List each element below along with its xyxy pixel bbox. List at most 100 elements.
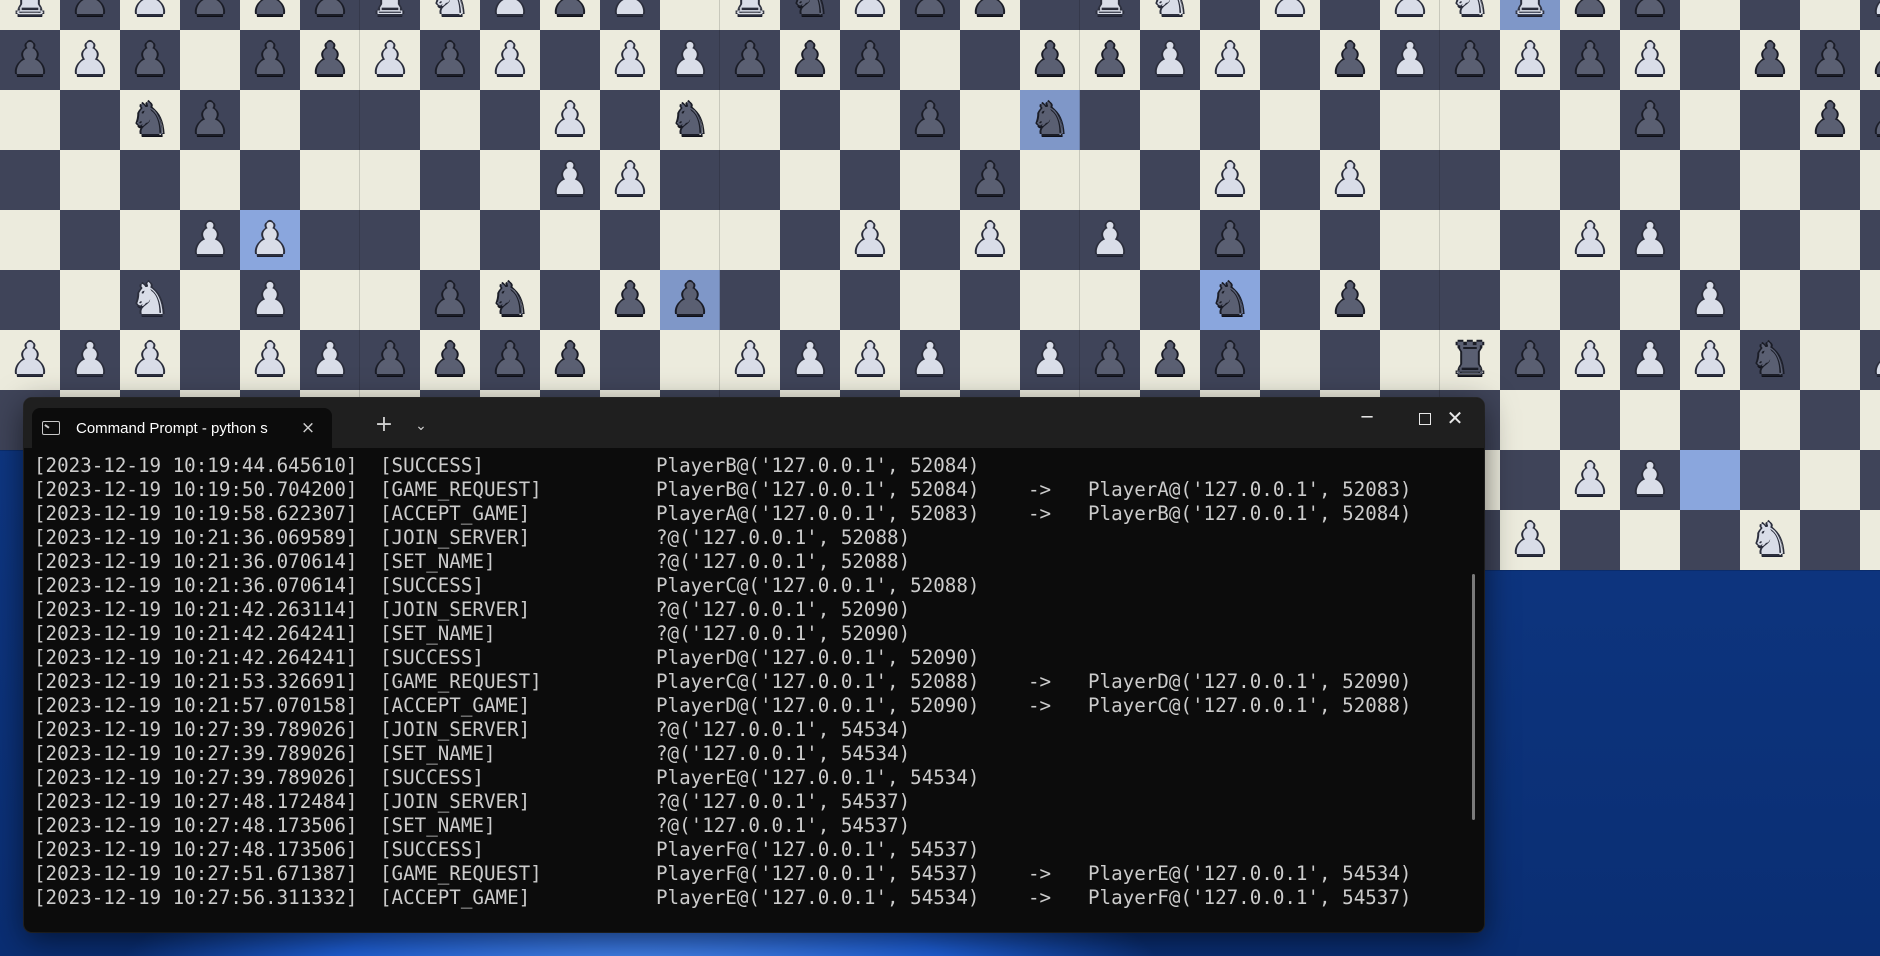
board-square[interactable] — [900, 30, 960, 90]
board-square[interactable] — [360, 90, 420, 150]
black-pawn-icon[interactable]: ♟ — [300, 30, 360, 90]
board-square[interactable]: ♟ — [1080, 330, 1140, 390]
black-pawn-icon[interactable]: ♟ — [1440, 30, 1500, 90]
board-square[interactable] — [120, 210, 180, 270]
white-knight-icon[interactable]: ♞ — [120, 270, 180, 330]
black-pawn-icon[interactable]: ♟ — [1200, 210, 1260, 270]
black-pawn-icon[interactable]: ♟ — [900, 0, 960, 30]
board-square[interactable] — [300, 150, 360, 210]
board-square[interactable]: ♟ — [1560, 30, 1620, 90]
white-pawn-icon[interactable]: ♟ — [1560, 330, 1620, 390]
board-square[interactable] — [0, 150, 60, 210]
board-square[interactable]: ♟ — [540, 150, 600, 210]
board-square[interactable] — [1740, 390, 1800, 450]
board-square[interactable]: ♟ — [1680, 270, 1740, 330]
board-square[interactable]: ♜ — [0, 0, 60, 30]
board-square[interactable] — [360, 150, 420, 210]
board-square[interactable]: ♟ — [240, 270, 300, 330]
chess-board-window[interactable]: ♞♜♟♟♟♟♟♟♟♟♟♟♟♟♟♟♟♟♜♟♟♟♟♞♟♟♟♟♞ — [1440, 0, 1880, 570]
board-square[interactable] — [240, 90, 300, 150]
board-square[interactable]: ♟ — [600, 150, 660, 210]
board-square[interactable]: ♟ — [300, 330, 360, 390]
board-square[interactable] — [1140, 210, 1200, 270]
board-square[interactable] — [1620, 390, 1680, 450]
board-square[interactable] — [1080, 270, 1140, 330]
board-square[interactable] — [1740, 210, 1800, 270]
board-square[interactable]: ♜ — [720, 0, 780, 30]
board-square[interactable] — [1860, 270, 1880, 330]
board-square[interactable] — [1380, 270, 1440, 330]
board-square[interactable] — [1800, 450, 1860, 510]
white-pawn-icon[interactable]: ♟ — [540, 150, 600, 210]
board-square[interactable] — [900, 210, 960, 270]
black-pawn-icon[interactable]: ♟ — [1020, 30, 1080, 90]
board-square[interactable] — [360, 270, 420, 330]
board-square[interactable]: ♟ — [1080, 30, 1140, 90]
board-square[interactable] — [840, 270, 900, 330]
board-square[interactable] — [1020, 270, 1080, 330]
board-square[interactable] — [720, 90, 780, 150]
board-square[interactable]: ♞ — [1740, 330, 1800, 390]
tab-command-prompt[interactable]: Command Prompt - python s × — [32, 408, 332, 448]
board-square[interactable]: ♟ — [1320, 30, 1380, 90]
board-square[interactable]: ♟ — [120, 330, 180, 390]
board-square[interactable]: ♟ — [540, 0, 600, 30]
board-square[interactable]: ♟ — [1500, 30, 1560, 90]
board-square[interactable]: ♟ — [300, 30, 360, 90]
board-square[interactable]: ♟ — [1620, 0, 1680, 30]
white-pawn-icon[interactable]: ♟ — [780, 330, 840, 390]
board-square[interactable]: ♟ — [300, 0, 360, 30]
board-square[interactable]: ♟ — [1200, 210, 1260, 270]
title-bar[interactable]: Command Prompt - python s × + ⌄ ─ ✕ — [24, 398, 1484, 448]
board-square[interactable] — [1740, 0, 1800, 30]
white-pawn-icon[interactable]: ♟ — [1860, 0, 1880, 30]
board-square[interactable]: ♟ — [480, 0, 540, 30]
white-pawn-icon[interactable]: ♟ — [360, 30, 420, 90]
board-square[interactable]: ♟ — [1740, 30, 1800, 90]
board-square[interactable]: ♟ — [1440, 30, 1500, 90]
black-pawn-icon[interactable]: ♟ — [780, 30, 840, 90]
board-square[interactable] — [780, 90, 840, 150]
board-square[interactable]: ♟ — [600, 270, 660, 330]
board-square[interactable] — [1560, 90, 1620, 150]
black-pawn-icon[interactable]: ♟ — [1740, 30, 1800, 90]
board-square[interactable] — [1020, 150, 1080, 210]
board-square[interactable]: ♟ — [780, 330, 840, 390]
board-square[interactable] — [600, 330, 660, 390]
new-tab-button[interactable]: + — [368, 410, 400, 442]
board-square[interactable]: ♟ — [540, 330, 600, 390]
black-pawn-icon[interactable]: ♟ — [600, 270, 660, 330]
board-square[interactable]: ♟ — [600, 30, 660, 90]
board-square[interactable]: ♟ — [240, 210, 300, 270]
board-square[interactable] — [1680, 210, 1740, 270]
board-square[interactable] — [1260, 330, 1320, 390]
board-square[interactable]: ♟ — [60, 30, 120, 90]
board-square[interactable] — [1380, 210, 1440, 270]
board-square[interactable] — [720, 270, 780, 330]
black-pawn-icon[interactable]: ♟ — [1140, 330, 1200, 390]
white-pawn-icon[interactable]: ♟ — [600, 0, 660, 30]
white-pawn-icon[interactable]: ♟ — [1200, 30, 1260, 90]
board-square[interactable]: ♟ — [0, 330, 60, 390]
board-square[interactable]: ♟ — [1560, 330, 1620, 390]
board-square[interactable]: ♟ — [1620, 450, 1680, 510]
white-pawn-icon[interactable]: ♟ — [960, 210, 1020, 270]
board-square[interactable] — [1500, 210, 1560, 270]
white-pawn-icon[interactable]: ♟ — [540, 90, 600, 150]
white-pawn-icon[interactable]: ♟ — [1080, 210, 1140, 270]
board-square[interactable]: ♟ — [360, 30, 420, 90]
white-pawn-icon[interactable]: ♟ — [1200, 150, 1260, 210]
board-square[interactable]: ♟ — [960, 210, 1020, 270]
board-square[interactable] — [1860, 210, 1880, 270]
board-square[interactable]: ♟ — [1860, 0, 1880, 30]
board-square[interactable]: ♞ — [120, 270, 180, 330]
board-square[interactable] — [1500, 270, 1560, 330]
black-pawn-icon[interactable]: ♟ — [1320, 30, 1380, 90]
black-pawn-icon[interactable]: ♟ — [1560, 30, 1620, 90]
board-square[interactable] — [0, 90, 60, 150]
black-pawn-icon[interactable]: ♟ — [1860, 30, 1880, 90]
board-square[interactable]: ♟ — [1380, 30, 1440, 90]
board-square[interactable]: ♟ — [240, 330, 300, 390]
board-square[interactable] — [1800, 150, 1860, 210]
board-square[interactable]: ♟ — [360, 330, 420, 390]
